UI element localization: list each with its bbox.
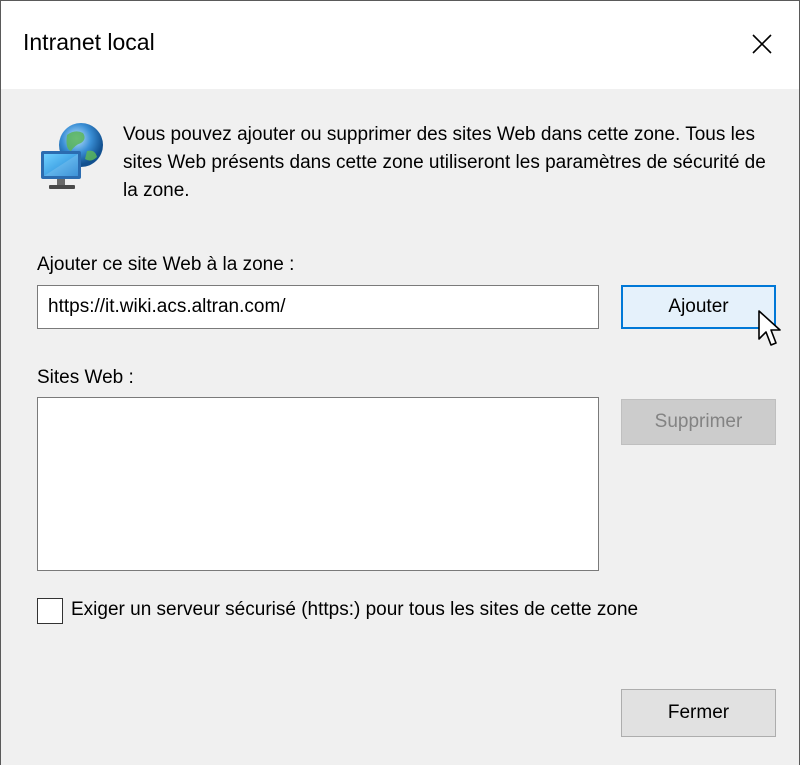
close-icon [752, 34, 772, 54]
zone-description: Vous pouvez ajouter ou supprimer des sit… [123, 124, 766, 201]
close-window-button[interactable] [741, 23, 783, 65]
require-https-label[interactable]: Exiger un serveur sécurisé (https:) pour… [71, 599, 638, 621]
sites-web-label: Sites Web : [37, 367, 134, 388]
sites-listbox[interactable] [37, 397, 599, 571]
intranet-local-dialog: Intranet local Vous pouvez ajouter ou su… [0, 0, 800, 765]
remove-button[interactable]: Supprimer [621, 399, 776, 445]
add-button[interactable]: Ajouter [621, 285, 776, 329]
site-url-input[interactable] [37, 285, 599, 329]
add-site-label: Ajouter ce site Web à la zone : [37, 254, 295, 275]
dialog-title: Intranet local [23, 29, 155, 55]
mouse-pointer-icon [758, 310, 781, 346]
require-https-checkbox[interactable] [37, 598, 63, 624]
close-button[interactable]: Fermer [621, 689, 776, 737]
globe-computer-icon [41, 123, 103, 189]
title-bar: Intranet local [1, 1, 799, 89]
